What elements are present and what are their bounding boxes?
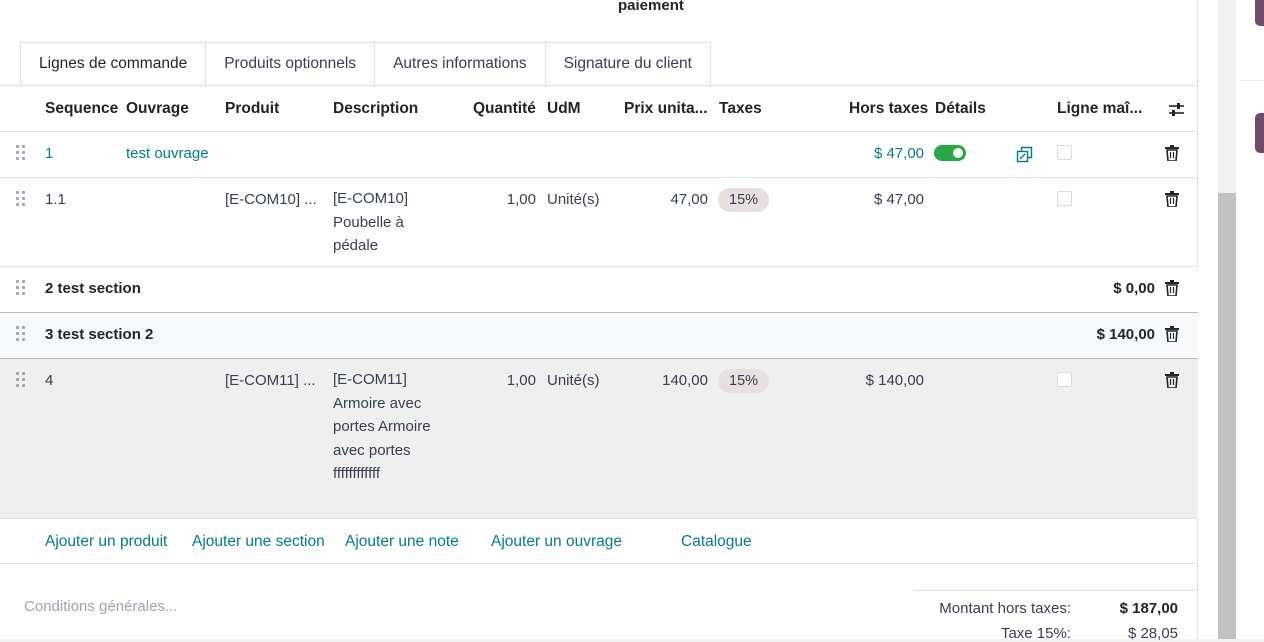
untaxed-amount-label: Montant hors taxes: [939, 600, 1071, 617]
divider [0, 85, 1198, 86]
trash-icon[interactable] [1165, 191, 1179, 207]
row-unit-price[interactable]: 47,00 [670, 191, 708, 208]
column-header-unit-price[interactable]: Prix unita... [624, 100, 708, 118]
row-uom[interactable]: Unité(s) [547, 191, 600, 208]
tab-customer-signature[interactable]: Signature du client [545, 42, 711, 86]
column-header-product[interactable]: Produit [225, 100, 279, 118]
tax-amount-value: $ 28,05 [1127, 625, 1178, 642]
tab-optional-products[interactable]: Produits optionnels [206, 42, 376, 86]
trash-icon[interactable] [1165, 145, 1179, 161]
trash-icon[interactable] [1165, 372, 1179, 388]
drag-handle-icon[interactable] [16, 326, 26, 342]
trash-icon[interactable] [1165, 326, 1179, 342]
column-header-main-line[interactable]: Ligne maî... [1057, 100, 1142, 118]
add-ouvrage-link[interactable]: Ajouter un ouvrage [491, 533, 622, 551]
add-note-link[interactable]: Ajouter une note [345, 533, 459, 551]
drag-handle-icon[interactable] [16, 372, 26, 388]
section-row[interactable]: 3 test section 2 $ 140,00 [0, 313, 1198, 359]
column-header-uom[interactable]: UdM [547, 100, 581, 118]
row-ouvrage[interactable]: test ouvrage [126, 145, 209, 162]
trash-icon[interactable] [1165, 280, 1179, 296]
row-unit-price[interactable]: 140,00 [662, 372, 708, 389]
add-section-link[interactable]: Ajouter une section [192, 533, 325, 551]
row-sequence: 1.1 [45, 191, 66, 208]
payment-label: paiement [618, 0, 684, 14]
tab-order-lines[interactable]: Lignes de commande [20, 42, 207, 86]
table-row[interactable]: 1.1 [E-COM10] ... [E-COM10] Poubelle à p… [0, 178, 1198, 267]
chatter-panel [1236, 0, 1264, 639]
sheet-margin [1198, 0, 1218, 639]
terms-input[interactable]: Conditions générales... [24, 598, 177, 615]
drag-handle-icon[interactable] [16, 145, 26, 161]
row-uom[interactable]: Unité(s) [547, 372, 600, 389]
section-row[interactable]: 2 test section $ 0,00 [0, 267, 1198, 313]
row-sequence: 4 [45, 372, 54, 389]
row-untaxed: $ 47,00 [873, 191, 924, 208]
main-line-checkbox[interactable] [1057, 145, 1072, 160]
section-label[interactable]: 3 test section 2 [45, 326, 153, 343]
column-header-details[interactable]: Détails [935, 100, 986, 118]
divider [0, 563, 1198, 564]
column-header-ouvrage[interactable]: Ouvrage [126, 100, 189, 118]
row-sequence: 1 [45, 145, 54, 162]
drag-handle-icon[interactable] [16, 280, 26, 296]
divider [913, 590, 1197, 591]
row-untaxed: $ 140,00 [865, 372, 924, 389]
section-label[interactable]: 2 test section [45, 280, 141, 297]
add-product-link[interactable]: Ajouter un produit [45, 533, 167, 551]
column-header-description[interactable]: Description [333, 100, 418, 118]
column-header-quantity[interactable]: Quantité [473, 100, 536, 118]
optional-columns-icon[interactable] [1168, 102, 1185, 117]
tax-amount-label: Taxe 15%: [1000, 625, 1071, 642]
table-row[interactable]: 4 [E-COM11] ... [E-COM11] Armoire avec p… [0, 359, 1198, 519]
scrollbar-thumb[interactable] [1218, 193, 1236, 639]
chatter-button[interactable] [1255, 0, 1264, 26]
section-total: $ 0,00 [1113, 280, 1155, 297]
tax-badge[interactable]: 15% [718, 188, 770, 212]
drag-handle-icon[interactable] [16, 191, 26, 207]
row-product[interactable]: [E-COM11] ... [225, 372, 316, 389]
column-header-taxes[interactable]: Taxes [719, 100, 762, 118]
table-row[interactable]: 1 test ouvrage $ 47,00 [0, 132, 1198, 178]
row-description[interactable]: [E-COM11] Armoire avec portes Armoire av… [333, 368, 433, 486]
row-description[interactable]: [E-COM10] Poubelle à pédale [333, 187, 425, 258]
row-product[interactable]: [E-COM10] ... [225, 191, 317, 208]
tab-other-info[interactable]: Autres informations [375, 42, 546, 86]
untaxed-amount-value: $ 187,00 [1119, 600, 1178, 617]
chatter-avatar[interactable] [1255, 113, 1264, 153]
column-header-sequence[interactable]: Sequence [45, 100, 118, 118]
tax-badge[interactable]: 15% [718, 369, 770, 393]
column-header-untaxed[interactable]: Hors taxes [849, 100, 928, 118]
main-line-checkbox[interactable] [1057, 372, 1072, 387]
main-line-checkbox[interactable] [1057, 191, 1072, 206]
copy-icon[interactable] [1016, 146, 1034, 164]
details-toggle[interactable] [934, 145, 966, 161]
row-untaxed: $ 47,00 [873, 145, 924, 162]
section-total: $ 140,00 [1096, 326, 1155, 343]
catalogue-button[interactable]: Catalogue [681, 533, 752, 551]
row-quantity[interactable]: 1,00 [507, 191, 536, 208]
divider [1240, 80, 1264, 81]
notebook-tabs: Lignes de commande Produits optionnels A… [20, 42, 711, 86]
row-quantity[interactable]: 1,00 [507, 372, 536, 389]
